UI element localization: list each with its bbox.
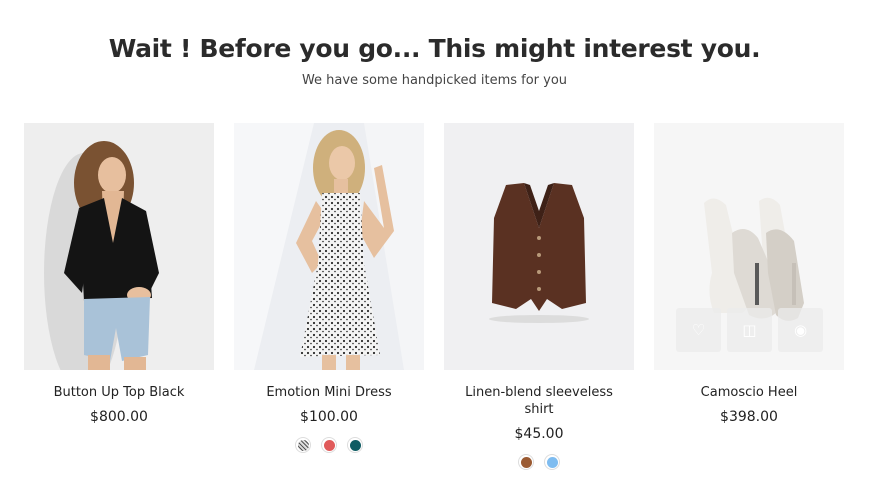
product-name[interactable]: Emotion Mini Dress	[234, 384, 424, 401]
quick-view-button[interactable]: ◉	[778, 308, 823, 352]
color-swatches	[234, 437, 424, 453]
product-grid: Button Up Top Black $800.00 Emotion Mini…	[24, 123, 844, 493]
add-to-cart-button[interactable]: ◫	[727, 308, 772, 352]
product-card[interactable]: Linen-blend sleeveless shirt $45.00	[444, 123, 634, 470]
swatch-red[interactable]	[321, 437, 337, 453]
swatch-brown[interactable]	[518, 454, 534, 470]
wishlist-button[interactable]: ♡	[676, 308, 721, 352]
swatch-pattern[interactable]	[295, 437, 311, 453]
product-price: $800.00	[90, 409, 148, 425]
product-price: $398.00	[720, 409, 778, 425]
product-name[interactable]: Linen-blend sleeveless shirt	[444, 384, 634, 418]
color-swatches	[444, 454, 634, 470]
product-image[interactable]	[24, 123, 214, 370]
product-card[interactable]: ♡ ◫ ◉ Camoscio Heel $398.00	[654, 123, 844, 425]
swatch-light-blue-color	[546, 456, 558, 468]
brown-vest-photo	[444, 123, 634, 370]
product-image[interactable]	[234, 123, 424, 370]
product-name[interactable]: Camoscio Heel	[654, 384, 844, 401]
swatch-pattern-color	[297, 439, 309, 451]
swatch-brown-color	[520, 456, 532, 468]
swatch-light-blue[interactable]	[544, 454, 560, 470]
exit-intent-popup: Wait ! Before you go... This might inter…	[0, 0, 869, 500]
bag-icon: ◫	[742, 321, 757, 339]
product-image[interactable]: ♡ ◫ ◉	[654, 123, 844, 370]
swatch-red-color	[323, 439, 335, 451]
product-price: $100.00	[300, 409, 358, 425]
woman-mini-dress-photo	[234, 123, 424, 370]
swatch-teal[interactable]	[347, 437, 363, 453]
product-price: $45.00	[514, 426, 564, 442]
swatch-teal-color	[349, 439, 361, 451]
heart-icon: ♡	[691, 321, 706, 339]
popup-subtitle: We have some handpicked items for you	[301, 73, 568, 88]
popup-title: Wait ! Before you go... This might inter…	[108, 34, 761, 63]
product-name[interactable]: Button Up Top Black	[24, 384, 214, 401]
woman-black-top-photo	[24, 123, 214, 370]
product-card[interactable]: Button Up Top Black $800.00	[24, 123, 214, 425]
product-image[interactable]	[444, 123, 634, 370]
quick-actions: ♡ ◫ ◉	[676, 308, 823, 352]
product-card[interactable]: Emotion Mini Dress $100.00	[234, 123, 424, 453]
eye-icon: ◉	[793, 321, 808, 339]
